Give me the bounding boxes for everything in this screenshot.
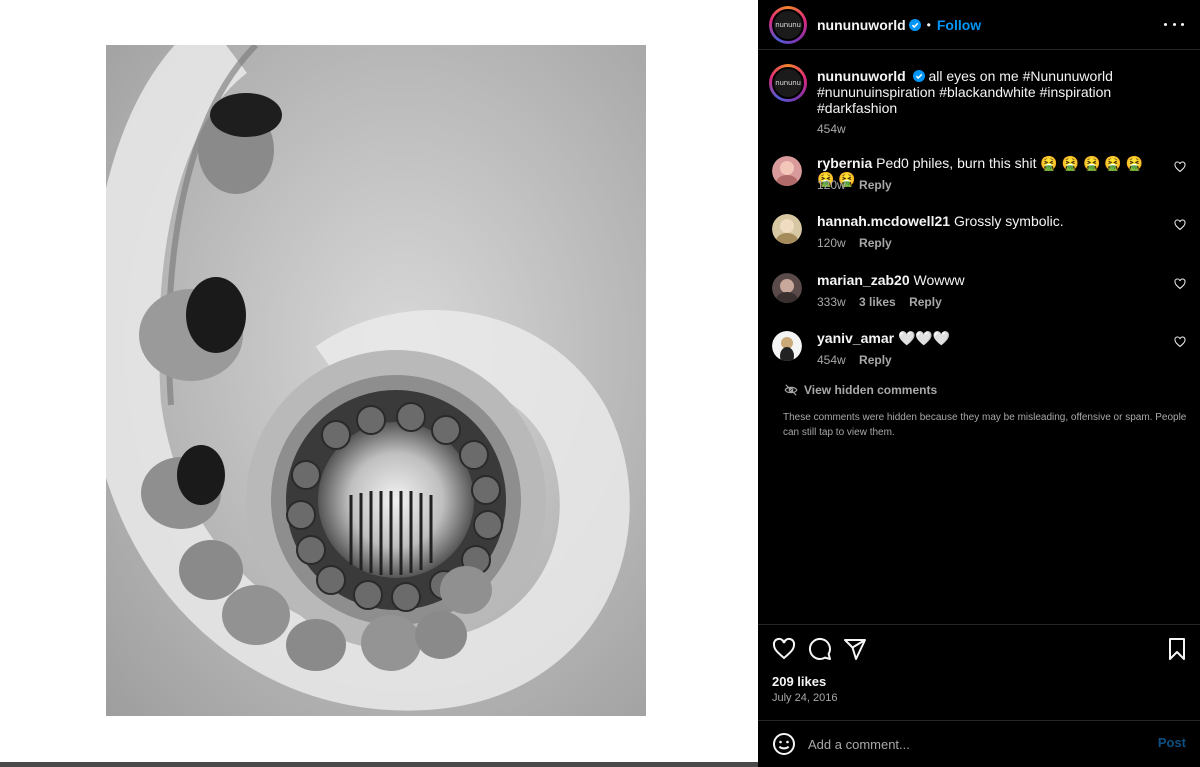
like-comment-heart-icon[interactable] <box>1174 161 1186 173</box>
comment-age: 120w <box>817 178 846 192</box>
more-options-icon[interactable] <box>1164 14 1184 34</box>
avatar-logo-text: nununu <box>775 21 801 29</box>
like-comment-heart-icon[interactable] <box>1174 219 1186 231</box>
commenter-avatar[interactable] <box>772 214 802 244</box>
caption-username[interactable]: nununuworld <box>817 68 906 84</box>
comment-text: Grossly symbolic. <box>953 213 1064 229</box>
comment-item: yaniv_amar 🤍🤍🤍 454w Reply <box>770 330 1190 380</box>
comment-item: hannah.mcdowell21 Grossly symbolic. 120w… <box>770 213 1190 263</box>
comment-meta: 454w Reply <box>817 353 902 367</box>
commenter-avatar[interactable] <box>772 273 802 303</box>
comment-bubble-icon[interactable] <box>808 637 832 661</box>
comment-username[interactable]: yaniv_amar <box>817 330 894 346</box>
comment-username[interactable]: rybernia <box>817 155 872 171</box>
likes-count[interactable]: 209 likes <box>772 674 826 689</box>
verified-badge-icon <box>908 19 921 31</box>
follow-button[interactable]: Follow <box>937 17 981 33</box>
caption-text-block: nununuworld all eyes on me #Nununuworld … <box>817 68 1187 116</box>
reply-button[interactable]: Reply <box>859 236 892 250</box>
post-comment-button[interactable]: Post <box>1158 735 1186 750</box>
like-comment-heart-icon[interactable] <box>1174 278 1186 290</box>
header-identity: nununuworld • Follow <box>817 17 981 33</box>
post-header: nununu nununuworld • Follow <box>758 0 1200 50</box>
like-comment-heart-icon[interactable] <box>1174 336 1186 348</box>
post-photo[interactable] <box>106 45 646 716</box>
comment-likes-count[interactable]: 3 likes <box>859 295 896 309</box>
comment-age: 120w <box>817 236 846 250</box>
post-date: July 24, 2016 <box>772 692 838 704</box>
reply-button[interactable]: Reply <box>859 353 892 367</box>
header-separator: • <box>926 18 931 32</box>
add-comment-input[interactable] <box>808 733 1138 755</box>
comment-age: 333w <box>817 295 846 309</box>
commenter-avatar[interactable] <box>772 331 802 361</box>
eye-off-icon <box>784 384 798 396</box>
view-hidden-comments-label: View hidden comments <box>804 383 938 397</box>
comment-body: hannah.mcdowell21 Grossly symbolic. <box>817 213 1157 229</box>
comment-username[interactable]: hannah.mcdowell21 <box>817 213 950 229</box>
caption-age: 454w <box>817 122 846 136</box>
emoji-icon[interactable] <box>772 732 796 756</box>
comment-age: 454w <box>817 353 846 367</box>
reply-button[interactable]: Reply <box>859 178 892 192</box>
spiral-staircase-photo <box>106 45 646 716</box>
verified-badge-icon <box>912 70 925 82</box>
save-bookmark-icon[interactable] <box>1165 637 1189 661</box>
comment-item: marian_zab20 Wowww 333w 3 likes Reply <box>770 272 1190 322</box>
commenter-avatar[interactable] <box>772 156 802 186</box>
hidden-comments-note: These comments were hidden because they … <box>783 412 1187 438</box>
author-avatar[interactable]: nununu <box>769 6 807 44</box>
comment-body: marian_zab20 Wowww <box>817 272 1157 288</box>
taskbar-strip <box>0 762 758 767</box>
share-send-icon[interactable] <box>843 637 867 661</box>
avatar-logo-text: nununu <box>775 79 801 87</box>
add-comment-bar: Post <box>758 720 1200 767</box>
comment-username[interactable]: marian_zab20 <box>817 272 910 288</box>
author-username[interactable]: nununuworld <box>817 17 906 33</box>
comment-text: Wowww <box>913 272 965 288</box>
caption-avatar[interactable]: nununu <box>769 64 807 102</box>
view-hidden-comments-button[interactable]: View hidden comments <box>784 383 937 397</box>
comment-item: rybernia Ped0 philes, burn this shit 🤮 🤮… <box>770 155 1190 205</box>
comment-meta: 120w Reply <box>817 236 902 250</box>
reply-button[interactable]: Reply <box>909 295 942 309</box>
comment-text: 🤍🤍🤍 <box>897 330 951 346</box>
like-heart-icon[interactable] <box>772 637 796 661</box>
post-side-panel: nununu nununuworld • Follow nununu nunun… <box>758 0 1200 767</box>
media-pane <box>0 0 758 767</box>
comment-meta: 333w 3 likes Reply <box>817 295 952 309</box>
post-actions: 209 likes July 24, 2016 Post <box>758 624 1200 767</box>
comment-body: yaniv_amar 🤍🤍🤍 <box>817 330 1157 346</box>
comment-meta: 120w Reply <box>817 178 902 192</box>
